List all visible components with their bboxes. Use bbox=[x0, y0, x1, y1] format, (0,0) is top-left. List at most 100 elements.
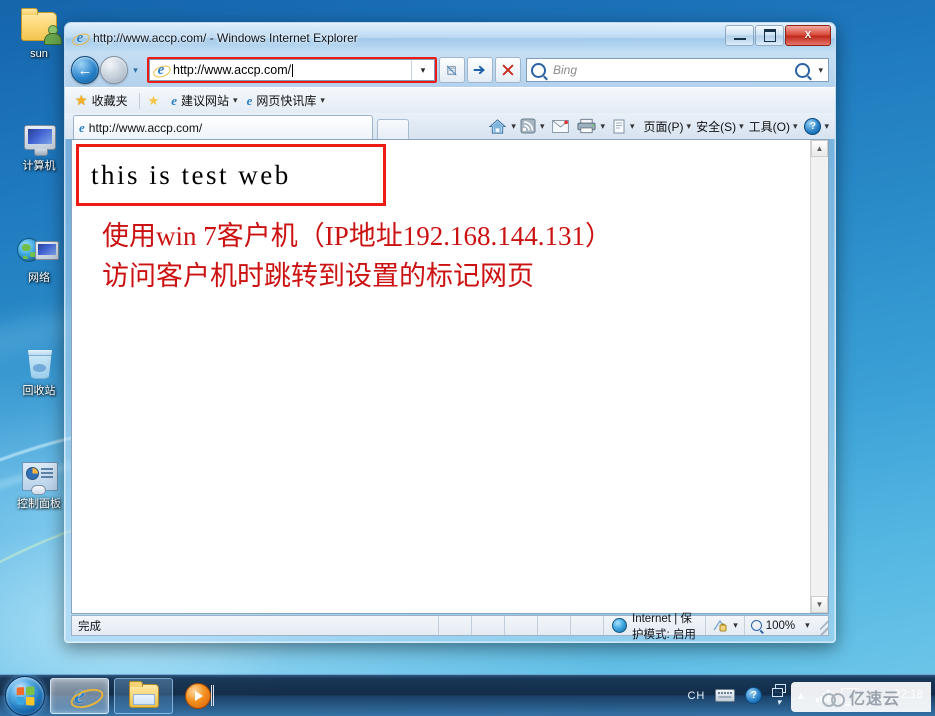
safety-page-icon[interactable]: ▾ bbox=[612, 119, 635, 134]
minimize-button[interactable] bbox=[725, 25, 754, 46]
ime-indicator[interactable]: CH bbox=[687, 690, 705, 702]
refresh-icon bbox=[446, 64, 457, 76]
chevron-down-icon[interactable]: ▾ bbox=[540, 121, 545, 132]
resize-grip[interactable] bbox=[819, 616, 828, 635]
search-provider-dropdown[interactable]: ▾ bbox=[818, 65, 823, 76]
search-input[interactable]: Bing bbox=[553, 63, 791, 77]
chevron-down-icon[interactable]: ▾ bbox=[824, 121, 829, 132]
zoom-control[interactable]: 100% ▾ bbox=[743, 616, 820, 635]
go-arrow-icon bbox=[473, 65, 485, 75]
protected-mode-indicator[interactable]: ▾ bbox=[705, 616, 744, 635]
add-favorite-icon: ★ bbox=[147, 92, 160, 108]
windows-logo-icon bbox=[16, 685, 35, 706]
chevron-down-icon[interactable]: ▾ bbox=[630, 121, 635, 132]
window-title: http://www.accp.com/ - Windows Internet … bbox=[93, 31, 358, 45]
menu-label: 安全(S) bbox=[696, 119, 737, 134]
page-content[interactable]: this is test web 使用win 7客户机（IP地址192.168.… bbox=[72, 140, 811, 613]
search-go-icon[interactable] bbox=[795, 62, 811, 78]
feeds-button[interactable]: ▾ bbox=[520, 118, 545, 134]
favorites-label: 收藏夹 bbox=[91, 94, 128, 108]
feeds-icon bbox=[520, 118, 536, 134]
keyboard-icon bbox=[715, 689, 736, 702]
go-button[interactable] bbox=[467, 57, 493, 83]
search-box[interactable]: Bing ▾ bbox=[526, 58, 829, 82]
page-viewport[interactable]: this is test web 使用win 7客户机（IP地址192.168.… bbox=[71, 139, 829, 614]
favorites-bar[interactable]: ★ 收藏夹 ★ e 建议网站 ▾ e 网页快讯库 ▾ bbox=[65, 87, 835, 113]
menu-tools[interactable]: 工具(O) ▾ bbox=[749, 118, 798, 135]
status-cell bbox=[471, 616, 504, 635]
recycle-bin-icon bbox=[17, 345, 61, 383]
mail-button[interactable] bbox=[552, 119, 570, 133]
status-cell bbox=[438, 616, 471, 635]
ime-help-icon[interactable]: ? bbox=[745, 687, 763, 704]
chevron-down-icon[interactable]: ▾ bbox=[687, 121, 692, 132]
page-heading: this is test web bbox=[91, 159, 291, 190]
keyboard-button[interactable] bbox=[715, 689, 736, 702]
command-bar[interactable]: ▾ ▾ ▾ ▾ 页面(P) ▾ 安全(S) ▾ 工具(O) ▾ ? ▾ bbox=[488, 113, 833, 139]
tab-accp[interactable]: e http://www.accp.com/ bbox=[73, 115, 373, 139]
add-to-favorites-bar-button[interactable]: ★ bbox=[148, 93, 163, 109]
menu-safety[interactable]: 安全(S) ▾ bbox=[696, 118, 744, 135]
chevron-down-icon[interactable]: ▾ bbox=[733, 620, 738, 631]
new-tab-button[interactable] bbox=[377, 119, 409, 139]
navigation-bar[interactable]: ← → ▾ e http://www.accp.com/ ▾ Bing ▾ bbox=[65, 53, 835, 87]
menu-page[interactable]: 页面(P) ▾ bbox=[644, 118, 692, 135]
status-cell bbox=[537, 616, 570, 635]
security-zone[interactable]: Internet | 保护模式: 启用 bbox=[603, 613, 705, 641]
ie-icon: e bbox=[246, 92, 253, 108]
close-x-icon bbox=[502, 64, 514, 76]
chevron-down-icon[interactable]: ▾ bbox=[793, 121, 798, 132]
computer-icon bbox=[17, 120, 61, 158]
taskbar-item-windows-media-player[interactable] bbox=[178, 679, 218, 713]
annotation-line-1: 使用win 7客户机（IP地址192.168.144.131） bbox=[102, 221, 613, 251]
scroll-down-button[interactable]: ▼ bbox=[811, 596, 828, 613]
close-button[interactable]: X bbox=[785, 25, 831, 46]
taskbar[interactable]: e CH ? ▾ ▲ ✕ 22:18 bbox=[0, 674, 935, 716]
zoom-icon bbox=[750, 620, 762, 631]
chevron-down-icon[interactable]: ▾ bbox=[511, 121, 516, 132]
address-input[interactable]: http://www.accp.com/ bbox=[173, 63, 411, 77]
internet-explorer-window[interactable]: e http://www.accp.com/ - Windows Interne… bbox=[64, 22, 836, 643]
mail-icon bbox=[552, 119, 570, 133]
maximize-button[interactable] bbox=[755, 25, 784, 46]
vertical-scrollbar[interactable]: ▲ ▼ bbox=[810, 140, 828, 613]
address-dropdown-button[interactable]: ▾ bbox=[412, 65, 434, 76]
star-icon: ★ bbox=[75, 92, 88, 108]
ie-icon: e bbox=[151, 62, 173, 80]
address-bar[interactable]: e http://www.accp.com/ ▾ bbox=[149, 59, 435, 81]
show-hidden-icons-button[interactable]: ▾ bbox=[772, 683, 787, 708]
chevron-down-icon[interactable]: ▾ bbox=[233, 95, 238, 106]
chevron-down-icon[interactable]: ▾ bbox=[600, 121, 605, 132]
favorites-button[interactable]: ★ 收藏夹 bbox=[75, 92, 128, 109]
chevron-down-icon: ▾ bbox=[776, 696, 782, 707]
zone-label: Internet | 保护模式: 启用 bbox=[632, 612, 696, 641]
desktop[interactable]: sun 计算机 网络 回收站 控制面板 e http://www.accp.co… bbox=[0, 0, 935, 716]
favorite-suggested-sites[interactable]: e 建议网站 ▾ bbox=[171, 92, 237, 109]
ie-icon: e bbox=[73, 681, 86, 709]
scroll-up-button[interactable]: ▲ bbox=[811, 140, 828, 157]
favorite-web-slice-gallery[interactable]: e 网页快讯库 ▾ bbox=[247, 92, 325, 109]
forward-button[interactable]: → bbox=[100, 56, 128, 84]
chevron-down-icon[interactable]: ▾ bbox=[320, 95, 325, 106]
taskbar-item-internet-explorer[interactable]: e bbox=[50, 677, 109, 714]
back-button[interactable]: ← bbox=[71, 56, 99, 84]
status-text: 完成 bbox=[78, 620, 101, 633]
help-button[interactable]: ? ▾ bbox=[804, 117, 829, 135]
title-bar[interactable]: e http://www.accp.com/ - Windows Interne… bbox=[65, 23, 835, 53]
stop-button[interactable] bbox=[495, 57, 521, 83]
divider bbox=[138, 92, 140, 109]
ie-icon: e bbox=[70, 30, 92, 48]
network-icon bbox=[17, 232, 61, 270]
chevron-down-icon[interactable]: ▾ bbox=[805, 620, 810, 631]
start-button[interactable] bbox=[5, 675, 45, 716]
home-button[interactable]: ▾ bbox=[488, 118, 516, 135]
menu-label: 页面(P) bbox=[643, 119, 684, 134]
window-controls[interactable]: X bbox=[725, 25, 831, 46]
refresh-button[interactable] bbox=[439, 57, 465, 83]
taskbar-item-windows-explorer[interactable] bbox=[114, 677, 173, 714]
tab-label: http://www.accp.com/ bbox=[88, 120, 203, 135]
print-button[interactable]: ▾ bbox=[577, 118, 605, 134]
chevron-down-icon[interactable]: ▾ bbox=[739, 121, 744, 132]
recent-pages-dropdown[interactable]: ▾ bbox=[128, 65, 143, 76]
watermark: 亿速云 bbox=[791, 682, 931, 712]
